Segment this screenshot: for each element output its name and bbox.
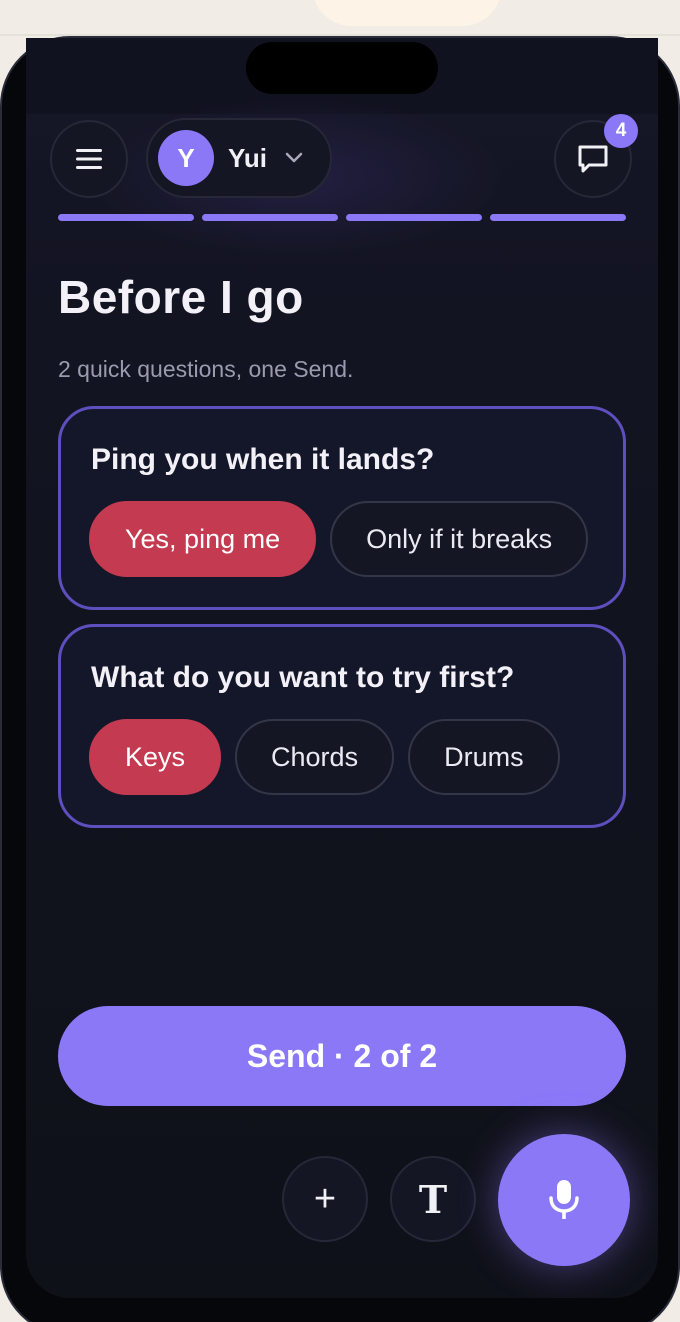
- text-icon: T: [418, 1176, 448, 1222]
- question-card: What do you want to try first? Keys Chor…: [58, 624, 626, 828]
- progress-segment: [58, 214, 194, 221]
- progress-segment: [490, 214, 626, 221]
- add-button[interactable]: +: [282, 1156, 368, 1242]
- answer-chip-selected[interactable]: Yes, ping me: [89, 501, 317, 577]
- user-name: Yui: [228, 142, 268, 173]
- menu-button[interactable]: [50, 120, 128, 198]
- question-text: What do you want to try first?: [91, 661, 515, 694]
- answer-chip[interactable]: Chords: [235, 719, 395, 795]
- avatar: Y: [158, 130, 214, 186]
- answer-options: Keys Chords Drums: [89, 719, 560, 795]
- send-button[interactable]: Send · 2 of 2: [58, 1006, 626, 1106]
- phone-frame: Y Yui 4 Before I go 2 quick questions, o…: [0, 36, 680, 1322]
- browser-top-notch: [312, 0, 502, 26]
- page-subtitle: 2 quick questions, one Send.: [58, 356, 354, 382]
- text-mode-button[interactable]: T: [390, 1156, 476, 1242]
- app-screen: Y Yui 4 Before I go 2 quick questions, o…: [26, 38, 658, 1298]
- answer-chip-selected[interactable]: Keys: [89, 719, 222, 795]
- chat-bubble-icon: [578, 145, 608, 173]
- microphone-icon: [549, 1180, 579, 1219]
- question-text: Ping you when it lands?: [91, 443, 435, 476]
- microphone-button[interactable]: [498, 1134, 630, 1266]
- progress-segment: [346, 214, 482, 221]
- question-card: Ping you when it lands? Yes, ping me Onl…: [58, 406, 626, 610]
- progress-bar: [58, 214, 626, 222]
- dynamic-island: [246, 42, 438, 94]
- page-title: Before I go: [58, 271, 304, 323]
- progress-segment: [202, 214, 338, 221]
- user-switcher[interactable]: Y Yui: [146, 118, 332, 198]
- answer-chip[interactable]: Only if it breaks: [330, 501, 589, 577]
- plus-icon: +: [313, 1177, 337, 1220]
- answer-chip[interactable]: Drums: [408, 719, 560, 795]
- hamburger-menu-icon: [76, 149, 102, 169]
- chevron-down-icon: [285, 152, 303, 163]
- answer-options: Yes, ping me Only if it breaks: [89, 501, 589, 577]
- notification-badge: 4: [604, 114, 638, 148]
